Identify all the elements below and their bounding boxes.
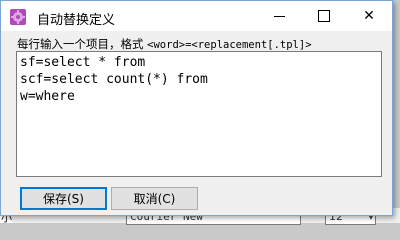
definition-line: sf=select * from xyxy=(20,55,146,70)
maximize-button[interactable] xyxy=(302,1,346,31)
save-button[interactable]: 保存(S) xyxy=(20,187,107,210)
minimize-button[interactable] xyxy=(257,1,301,31)
dialog-title: 自动替换定义 xyxy=(37,13,116,28)
cancel-button[interactable]: 取消(C) xyxy=(111,187,198,210)
app-gear-icon xyxy=(10,9,26,25)
close-icon: ✕ xyxy=(363,8,375,24)
definition-line: w=where xyxy=(20,89,75,104)
format-hint: 每行输入一个项目，格式 <word>=<replacement[.tpl]> xyxy=(17,36,312,52)
format-hint-syntax: <word>=<replacement[.tpl]> xyxy=(147,39,312,51)
maximize-icon xyxy=(318,10,330,22)
replacement-definitions-textarea[interactable]: sf=select * from scf=select count(*) fro… xyxy=(16,51,382,177)
definition-line: scf=select count(*) from xyxy=(20,72,208,87)
close-button[interactable]: ✕ xyxy=(347,1,391,31)
auto-replace-dialog: 自动替换定义 ✕ 每行输入一个项目，格式 <word>=<replacement… xyxy=(0,0,393,216)
minimize-icon xyxy=(273,15,285,17)
format-hint-text: 每行输入一个项目，格式 xyxy=(17,37,148,51)
title-bar: 自动替换定义 ✕ xyxy=(1,1,392,31)
